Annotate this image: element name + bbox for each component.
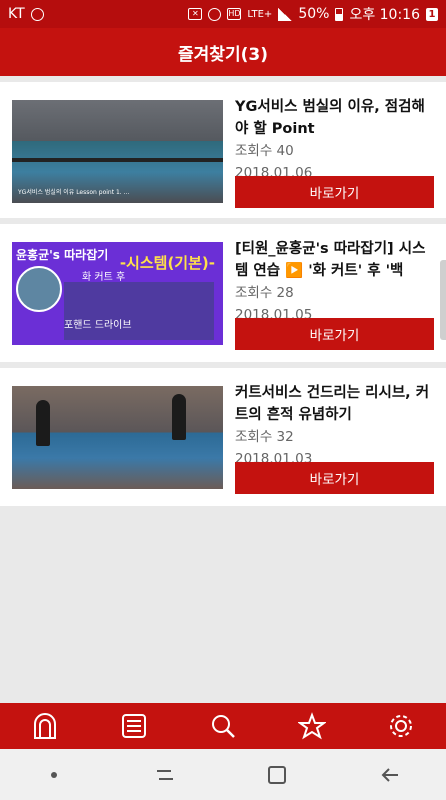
recent-apps-icon[interactable]	[153, 763, 177, 787]
favorite-views: 조회수 28	[235, 285, 294, 301]
system-nav-bar	[0, 749, 446, 800]
alarm-icon	[208, 7, 222, 21]
battery-percent: 50%	[298, 6, 330, 22]
thumbnail-inset	[16, 266, 62, 312]
dot-icon[interactable]	[44, 765, 64, 785]
carrier-label: KT	[8, 6, 25, 22]
favorite-card[interactable]: 윤홍균's 따라잡기 -시스템(기본)- 화 커트 후 포핸드 드라이브 [티원…	[0, 224, 446, 362]
go-button[interactable]: 바로가기	[235, 462, 434, 494]
favorite-card[interactable]: YG서비스 범실의 이유 Lesson point 1. ... YG서비스 범…	[0, 82, 446, 218]
bottom-nav	[0, 703, 446, 749]
go-button[interactable]: 바로가기	[235, 176, 434, 208]
settings-icon	[390, 715, 413, 737]
go-button[interactable]: 바로가기	[235, 318, 434, 350]
nav-list[interactable]	[104, 703, 164, 749]
thumbnail-caption: YG서비스 범실의 이유 Lesson point 1. ...	[18, 189, 130, 196]
favorite-views: 조회수 40	[235, 143, 294, 159]
clock: 오후 10:16	[349, 7, 420, 23]
thumbnail-label-1: 화 커트 후	[82, 272, 126, 283]
video-thumbnail[interactable]: 윤홍균's 따라잡기 -시스템(기본)- 화 커트 후 포핸드 드라이브	[12, 242, 223, 345]
favorite-views: 조회수 32	[235, 429, 294, 445]
page-header: 즐겨찾기(3)	[0, 28, 446, 76]
network-label: LTE+	[247, 8, 273, 20]
favorite-title: [티원_윤홍균's 따라잡기] 시스템 연습 ▶️ '화 커트' 후 '백	[235, 241, 426, 279]
nav-favorites[interactable]	[282, 703, 342, 749]
thumbnail-player	[172, 394, 186, 440]
thumbnail-system: -시스템(기본)-	[119, 254, 215, 272]
hd-icon: HD	[227, 8, 242, 20]
favorite-title: YG서비스 범실의 이유, 점검해야 할 Point	[235, 99, 425, 137]
favorite-title: 커트서비스 건드리는 리시브, 커트의 흔적 유념하기	[235, 385, 430, 423]
favorite-card[interactable]: 커트서비스 건드리는 리시브, 커트의 흔적 유념하기 조회수 32 2018.…	[0, 368, 446, 506]
thumbnail-label-2: 포핸드 드라이브	[64, 320, 132, 331]
page-title: 즐겨찾기(3)	[178, 44, 268, 65]
nav-settings[interactable]	[371, 703, 431, 749]
search-icon	[211, 715, 235, 738]
video-thumbnail[interactable]	[12, 386, 223, 489]
signal-icon	[278, 7, 293, 21]
home-button-icon[interactable]	[265, 763, 289, 787]
thumbnail-brand: 윤홍균's 따라잡기	[16, 248, 109, 262]
thumbnail-player	[36, 400, 50, 446]
battery-icon	[335, 7, 344, 21]
nav-home[interactable]	[15, 703, 75, 749]
favorites-list: YG서비스 범실의 이유 Lesson point 1. ... YG서비스 범…	[0, 76, 446, 512]
star-icon	[298, 712, 327, 740]
status-bar: KT ✕ HD LTE+ 50% 오후 10:16 1	[0, 0, 446, 28]
home-icon	[33, 713, 56, 739]
list-icon	[121, 714, 146, 738]
nav-search[interactable]	[193, 703, 253, 749]
thumbnail-court	[64, 282, 214, 340]
notification-count: 1	[426, 7, 438, 21]
mute-icon: ✕	[188, 8, 203, 20]
scroll-handle[interactable]	[440, 260, 446, 340]
app-notification-icon	[30, 7, 44, 21]
back-icon[interactable]	[378, 763, 402, 787]
video-thumbnail[interactable]: YG서비스 범실의 이유 Lesson point 1. ...	[12, 100, 223, 203]
thumbnail-table-net	[12, 158, 223, 162]
